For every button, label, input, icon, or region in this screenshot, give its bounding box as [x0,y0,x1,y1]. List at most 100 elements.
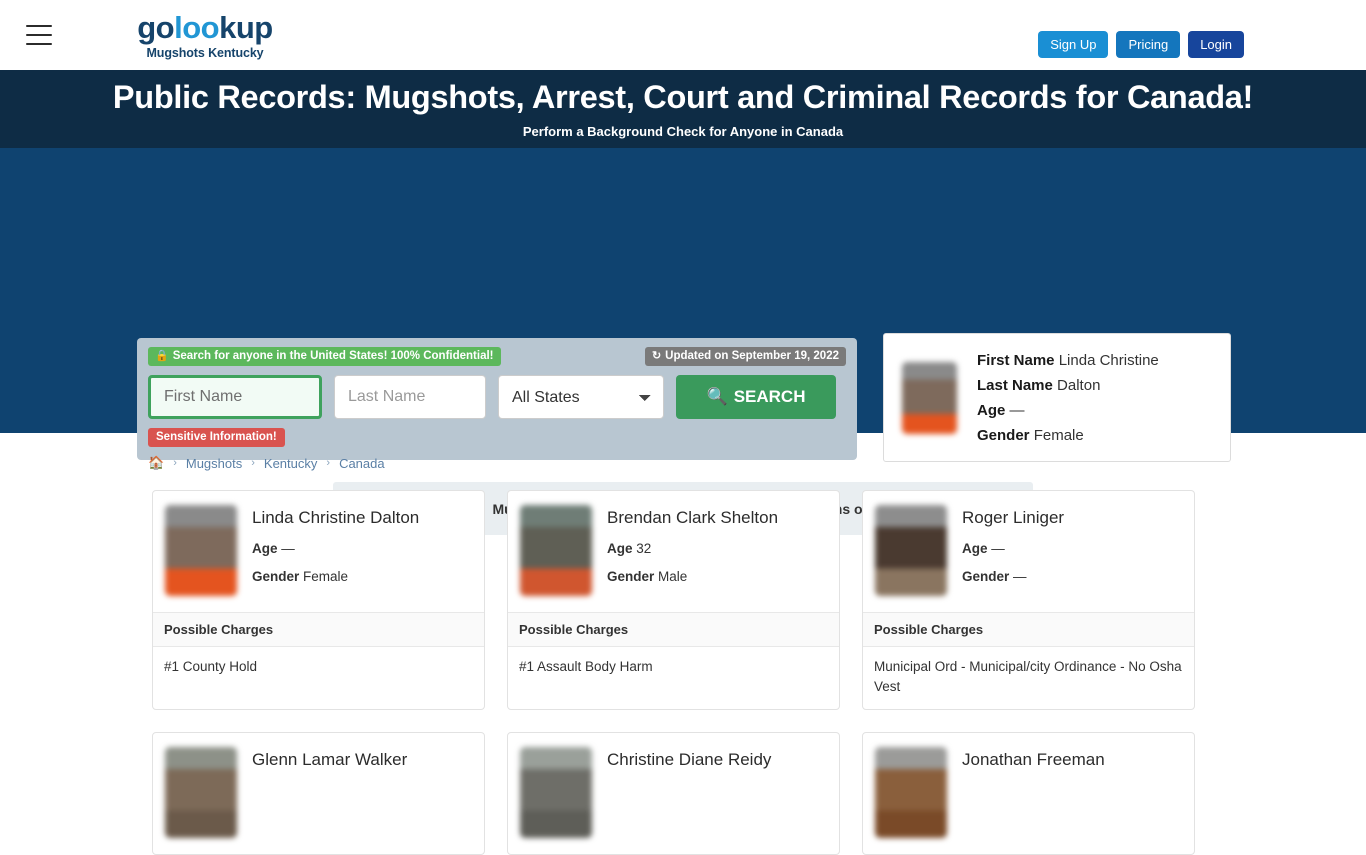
breadcrumb-separator: › [251,457,255,469]
result-card[interactable]: Linda Christine Dalton Age — Gender Female… [152,490,485,710]
result-card[interactable]: Christine Diane Reidy [507,732,840,855]
result-gender: Gender Male [607,569,778,584]
first-name-value: Linda Christine [1058,351,1159,369]
breadcrumb-item-canada[interactable]: Canada [339,456,385,471]
age-value: — [281,541,295,556]
age-value: — [991,541,1005,556]
featured-last-name-row: Last Name Dalton [977,373,1159,398]
state-select[interactable]: All States [498,375,664,419]
breadcrumb-item-mugshots[interactable]: Mugshots [186,456,242,471]
logo-text-loo: loo [174,10,220,45]
result-card-identity: Christine Diane Reidy [607,747,771,838]
confidential-badge: 🔒 Search for anyone in the United States… [148,347,501,366]
search-icon: 🔍 [706,387,728,406]
updated-badge-label: Updated on September 19, 2022 [665,350,839,362]
charge-item: #1 County Hold [164,659,258,674]
result-age: Age — [962,541,1064,556]
mugshot-thumbnail [520,747,592,838]
mugshot-thumbnail [875,747,947,838]
gender-value: Female [1033,426,1084,444]
last-name-label: Last Name [977,376,1053,394]
breadcrumb-separator: › [173,457,177,469]
search-form-row: All States 🔍 SEARCH [148,375,846,419]
age-value: 32 [636,541,652,556]
age-label: Age [977,401,1006,419]
age-label: Age [962,541,988,556]
confidential-badge-label: Search for anyone in the United States! … [172,350,494,362]
refresh-icon: ↻ [651,350,662,362]
result-card-identity: Glenn Lamar Walker [252,747,407,838]
gender-label: Gender [607,569,655,584]
gender-value: Male [658,569,688,584]
charge-item: #1 Assault Body Harm [519,659,653,674]
site-logo[interactable]: golookup Mugshots Kentucky [135,12,275,60]
logo-wordmark: golookup [135,12,275,43]
last-name-value: Dalton [1057,376,1101,394]
gender-value: Female [303,569,349,584]
result-card[interactable]: Roger Liniger Age — Gender — Possible Charg… [862,490,1195,710]
top-navigation-bar: golookup Mugshots Kentucky Sign Up Prici… [0,0,1366,70]
login-button[interactable]: Login [1188,31,1244,58]
first-name-input[interactable] [148,375,322,419]
page-title: Public Records: Mugshots, Arrest, Court … [112,79,1254,115]
result-gender: Gender Female [252,569,419,584]
lock-icon: 🔒 [155,350,169,362]
sensitive-information-badge: Sensitive Information! [148,428,285,447]
result-person-name[interactable]: Jonathan Freeman [962,749,1105,770]
possible-charges-header: Possible Charges [863,612,1194,647]
search-section: 🔒 Search for anyone in the United States… [0,148,1366,535]
result-card[interactable]: Jonathan Freeman [862,732,1195,855]
gender-label: Gender [252,569,300,584]
breadcrumb: 🏠 › Mugshots › Kentucky › Canada [148,455,385,471]
result-card-identity: Linda Christine Dalton Age — Gender Female [252,505,419,596]
age-label: Age [607,541,633,556]
mugshot-thumbnail [165,747,237,838]
logo-text-go: go [137,10,175,45]
pricing-button[interactable]: Pricing [1116,31,1181,58]
possible-charges-header: Possible Charges [153,612,484,647]
featured-gender-row: Gender Female [977,423,1159,448]
nav-action-buttons: Sign Up Pricing Login [1038,31,1244,58]
result-card-header: Linda Christine Dalton Age — Gender Female [153,491,484,612]
featured-age-row: Age — [977,398,1159,423]
breadcrumb-separator: › [326,457,331,469]
result-card-header: Glenn Lamar Walker [153,733,484,854]
results-grid: Linda Christine Dalton Age — Gender Female… [152,490,1214,855]
result-card-header: Jonathan Freeman [863,733,1194,854]
result-card-identity: Brendan Clark Shelton Age 32 Gender Male [607,505,778,596]
gender-label: Gender [977,426,1030,444]
result-person-name[interactable]: Christine Diane Reidy [607,749,771,770]
signup-button[interactable]: Sign Up [1038,31,1109,58]
hamburger-menu-icon[interactable] [26,25,52,45]
featured-person-avatar [902,361,957,434]
age-label: Age [252,541,278,556]
result-card-header: Brendan Clark Shelton Age 32 Gender Male [508,491,839,612]
search-panel-badges: 🔒 Search for anyone in the United States… [148,347,846,366]
possible-charges-header: Possible Charges [508,612,839,647]
result-card-identity: Jonathan Freeman [962,747,1105,838]
result-card-header: Roger Liniger Age — Gender — [863,491,1194,612]
home-icon[interactable]: 🏠 [148,455,164,471]
gender-label: Gender [962,569,1010,584]
last-name-input[interactable] [334,375,486,419]
result-card[interactable]: Brendan Clark Shelton Age 32 Gender Male Po… [507,490,840,710]
result-card[interactable]: Glenn Lamar Walker [152,732,485,855]
first-name-label: First Name [977,351,1055,369]
result-person-name[interactable]: Glenn Lamar Walker [252,749,407,770]
featured-person-details: First Name Linda Christine Last Name Dal… [977,348,1159,448]
result-person-name[interactable]: Roger Liniger [962,507,1064,528]
result-person-name[interactable]: Linda Christine Dalton [252,507,419,528]
logo-text-kup: kup [219,10,273,45]
search-button[interactable]: 🔍 SEARCH [676,375,836,419]
search-form-panel: 🔒 Search for anyone in the United States… [137,338,857,460]
hero-subtitle: Perform a Background Check for Anyone in… [522,124,844,139]
breadcrumb-item-kentucky[interactable]: Kentucky [264,456,317,471]
featured-person-card: First Name Linda Christine Last Name Dal… [883,333,1231,462]
result-card-identity: Roger Liniger Age — Gender — [962,505,1064,596]
result-card-header: Christine Diane Reidy [508,733,839,854]
result-person-name[interactable]: Brendan Clark Shelton [607,507,778,528]
result-age: Age 32 [607,541,778,556]
mugshot-thumbnail [165,505,237,596]
hero-banner: Public Records: Mugshots, Arrest, Court … [0,70,1366,148]
mugshot-thumbnail [520,505,592,596]
